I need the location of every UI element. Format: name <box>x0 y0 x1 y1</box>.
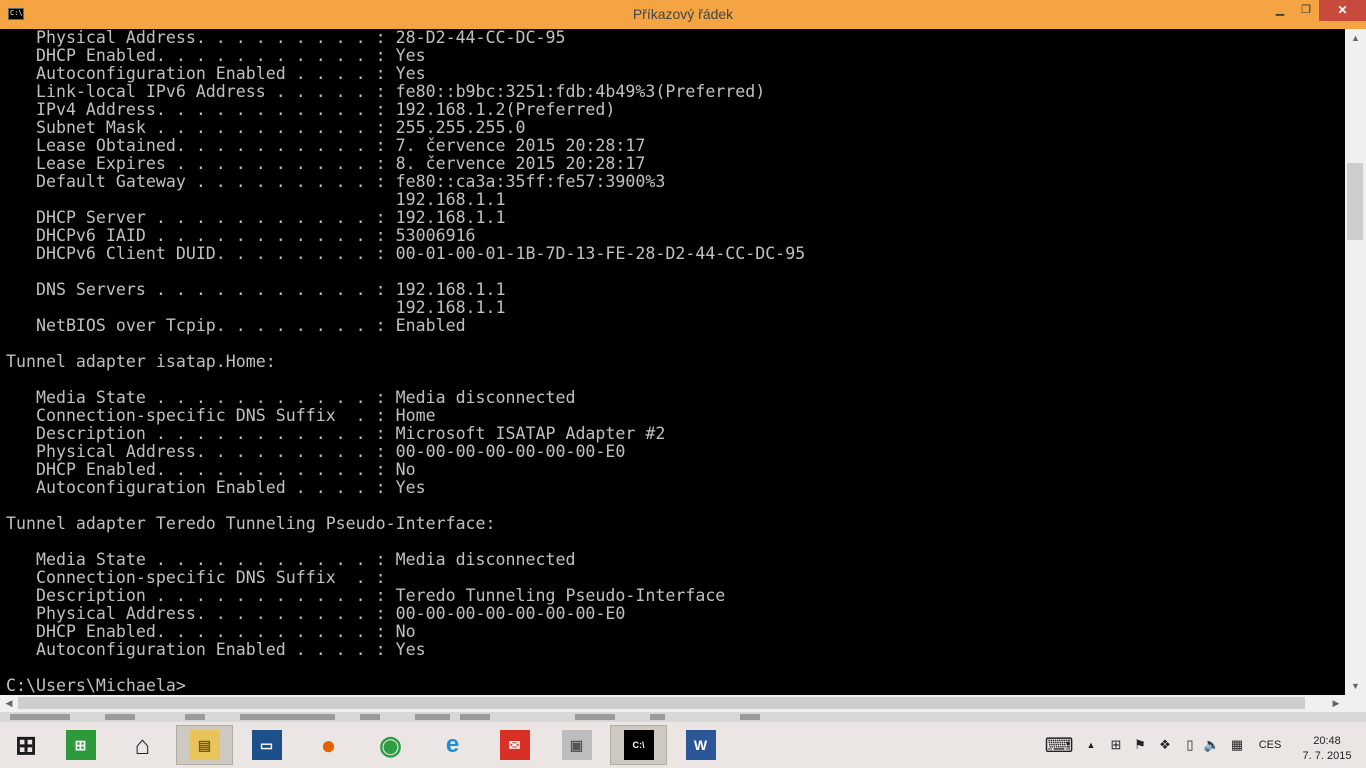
volume-icon: 🔈 <box>1203 737 1221 752</box>
phone-tray-button[interactable]: ▯ <box>1180 722 1200 768</box>
internet-explorer-icon: e <box>445 731 460 758</box>
console-text: Physical Address. . . . . . . . . : 28-D… <box>6 29 806 695</box>
mail-icon: ✉ <box>499 730 530 760</box>
lenovo-monitor-icon: ▭ <box>251 730 282 760</box>
phone-icon: ▯ <box>1186 737 1194 752</box>
tray-windows-button[interactable]: ⊞ <box>1106 722 1126 768</box>
windows-logo-icon: ⊞ <box>15 729 37 760</box>
firefox-icon: ● <box>320 729 337 760</box>
taskbar-app-command-prompt[interactable]: C:\ <box>610 725 667 765</box>
action-center-button[interactable]: ⚑ <box>1130 722 1150 768</box>
volume-button[interactable]: 🔈 <box>1202 722 1222 768</box>
home-icon: ⌂ <box>134 729 151 760</box>
console-output[interactable]: Physical Address. . . . . . . . . : 28-D… <box>0 29 1345 695</box>
vertical-scrollbar[interactable]: ▲ ▼ <box>1345 29 1366 695</box>
start-button[interactable]: ⊞ <box>0 725 52 765</box>
command-prompt-icon: C:\ <box>623 730 654 760</box>
scroll-left-arrow-icon[interactable]: ◀ <box>0 695 18 712</box>
clock-date: 7. 7. 2015 <box>1302 750 1352 762</box>
taskbar-app-internet-explorer[interactable]: e <box>424 725 481 765</box>
taskbar-app-mail[interactable]: ✉ <box>486 725 543 765</box>
touch-keyboard-button[interactable]: ⌨ <box>1042 722 1076 768</box>
taskbar-app-firefox[interactable]: ● <box>300 725 357 765</box>
scroll-up-arrow-icon[interactable]: ▲ <box>1345 29 1366 47</box>
dropbox-tray-button[interactable]: ❖ <box>1154 722 1176 768</box>
language-indicator[interactable]: CES <box>1252 722 1288 768</box>
vertical-scroll-thumb[interactable] <box>1347 163 1363 240</box>
show-hidden-icons-button[interactable]: ▲ <box>1082 722 1100 768</box>
chevron-up-icon: ▲ <box>1086 740 1096 750</box>
dropbox-icon: ❖ <box>1159 737 1171 752</box>
network-button[interactable]: ▦ <box>1226 722 1248 768</box>
horizontal-scroll-thumb[interactable] <box>18 697 1305 709</box>
clock[interactable]: 20:48 7. 7. 2015 <box>1290 734 1364 764</box>
close-button[interactable]: ✕ <box>1319 0 1366 21</box>
file-explorer-icon: ▤ <box>189 730 220 760</box>
keyboard-icon: ⌨ <box>1044 734 1074 757</box>
device-manager-icon: ▣ <box>561 730 592 760</box>
scroll-right-arrow-icon[interactable]: ▶ <box>1327 695 1345 712</box>
chrome-icon: ◉ <box>379 729 402 760</box>
minimize-button[interactable]: ▁ <box>1267 0 1293 21</box>
taskbar-app-lenovo-monitor[interactable]: ▭ <box>238 725 295 765</box>
background-window-strip <box>0 712 1366 722</box>
title-bar[interactable]: Příkazový řádek ▁ ❐ ✕ <box>0 0 1366 29</box>
taskbar-app-device-manager[interactable]: ▣ <box>548 725 605 765</box>
horizontal-scrollbar[interactable]: ◀ ▶ <box>0 695 1366 712</box>
window-title: Příkazový řádek <box>632 6 734 22</box>
taskbar-app-home[interactable]: ⌂ <box>114 725 171 765</box>
windows-icon: ⊞ <box>1110 737 1122 752</box>
taskbar: ⊞ ⊞ ⌂ ▤ ▭ ● ◉ e ✉ ▣ C:\ W ⌨ ▲ ⊞ ⚑ ❖ ▯ 🔈 ▦ CES 20:4… <box>0 722 1366 768</box>
clock-time: 20:48 <box>1313 735 1341 747</box>
taskbar-app-file-explorer[interactable]: ▤ <box>176 725 233 765</box>
network-icon: ▦ <box>1230 737 1244 752</box>
taskbar-app-store[interactable]: ⊞ <box>52 725 109 765</box>
maximize-button[interactable]: ❐ <box>1293 0 1319 21</box>
scroll-down-arrow-icon[interactable]: ▼ <box>1345 677 1366 695</box>
word-icon: W <box>685 730 716 760</box>
store-icon: ⊞ <box>65 730 96 760</box>
taskbar-app-chrome[interactable]: ◉ <box>362 725 419 765</box>
taskbar-app-word[interactable]: W <box>672 725 729 765</box>
flag-icon: ⚑ <box>1134 737 1146 752</box>
